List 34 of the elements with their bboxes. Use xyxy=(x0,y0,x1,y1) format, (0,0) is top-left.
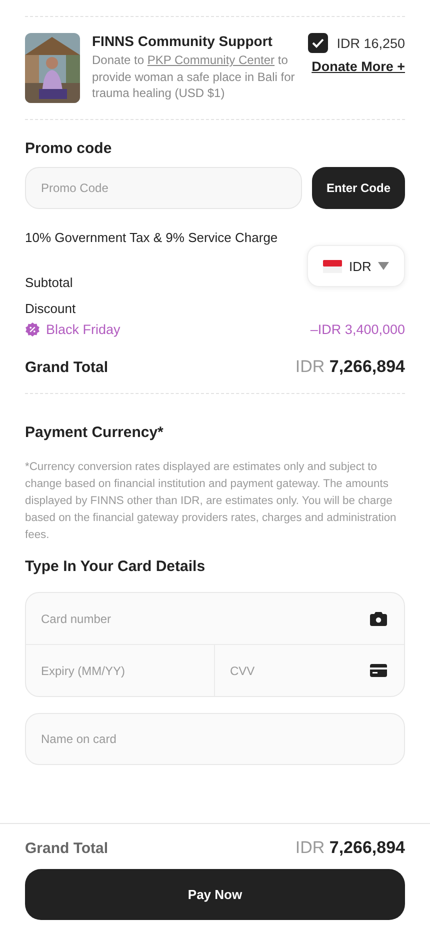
camera-icon[interactable] xyxy=(370,612,387,626)
discount-amount: –IDR 3,400,000 xyxy=(310,322,405,337)
payment-currency-title: Payment Currency* xyxy=(25,424,164,441)
discount-badge-icon xyxy=(25,322,40,337)
grand-total-label: Grand Total xyxy=(25,358,108,376)
promo-code-field[interactable]: Promo Code xyxy=(25,167,302,209)
donation-description: Donate to PKP Community Center to provide woman a safe place in Bali for trauma healing (USD $1) xyxy=(92,52,296,102)
community-center-link[interactable]: PKP Community Center xyxy=(147,53,275,67)
card-icon xyxy=(370,664,387,677)
card-number-field[interactable]: Card number xyxy=(26,593,370,644)
grand-total-amount: IDR 7,266,894 xyxy=(295,357,405,377)
flag-icon xyxy=(323,260,342,272)
card-details-fields[interactable]: Card number Expiry (MM/YY) CVV xyxy=(25,592,405,697)
pay-now-button[interactable]: Pay Now xyxy=(25,869,405,920)
donation-title: FINNS Community Support xyxy=(92,33,274,49)
footer-total-label: Grand Total xyxy=(25,840,108,856)
card-details-title: Type In Your Card Details xyxy=(25,558,206,575)
caret-icon xyxy=(378,262,390,270)
summary-label: Subtotal xyxy=(25,275,73,290)
currency-note: *Currency conversion rates displayed are estimates only and subject to change based on financial institution and payment gateway. The amounts displayed by FINNS other than IDR, are estimates only. You will be charge based on the financial gateway providers rates, charges and administration fees. xyxy=(25,460,398,543)
cvv-field[interactable]: CVV xyxy=(215,645,370,696)
donation-checkbox[interactable] xyxy=(308,33,328,53)
promo-title: Promo code xyxy=(25,140,113,157)
discount-name: Black Friday xyxy=(46,322,120,337)
enter-code-button[interactable]: Enter Code xyxy=(312,167,405,209)
discount-label: Discount xyxy=(25,301,77,316)
donation-amount: IDR 16,250 xyxy=(336,36,405,50)
summary-label: 10% Government Tax & 9% Service Charge xyxy=(25,230,278,244)
donate-more-link[interactable]: Donate More + xyxy=(312,59,405,74)
name-on-card-field[interactable]: Name on card xyxy=(25,713,405,765)
currency-dropdown[interactable]: IDR xyxy=(307,245,405,287)
expiry-field[interactable]: Expiry (MM/YY) xyxy=(26,645,215,696)
footer-total-amount: IDR 7,266,894 xyxy=(295,838,405,858)
check-icon xyxy=(312,38,324,48)
